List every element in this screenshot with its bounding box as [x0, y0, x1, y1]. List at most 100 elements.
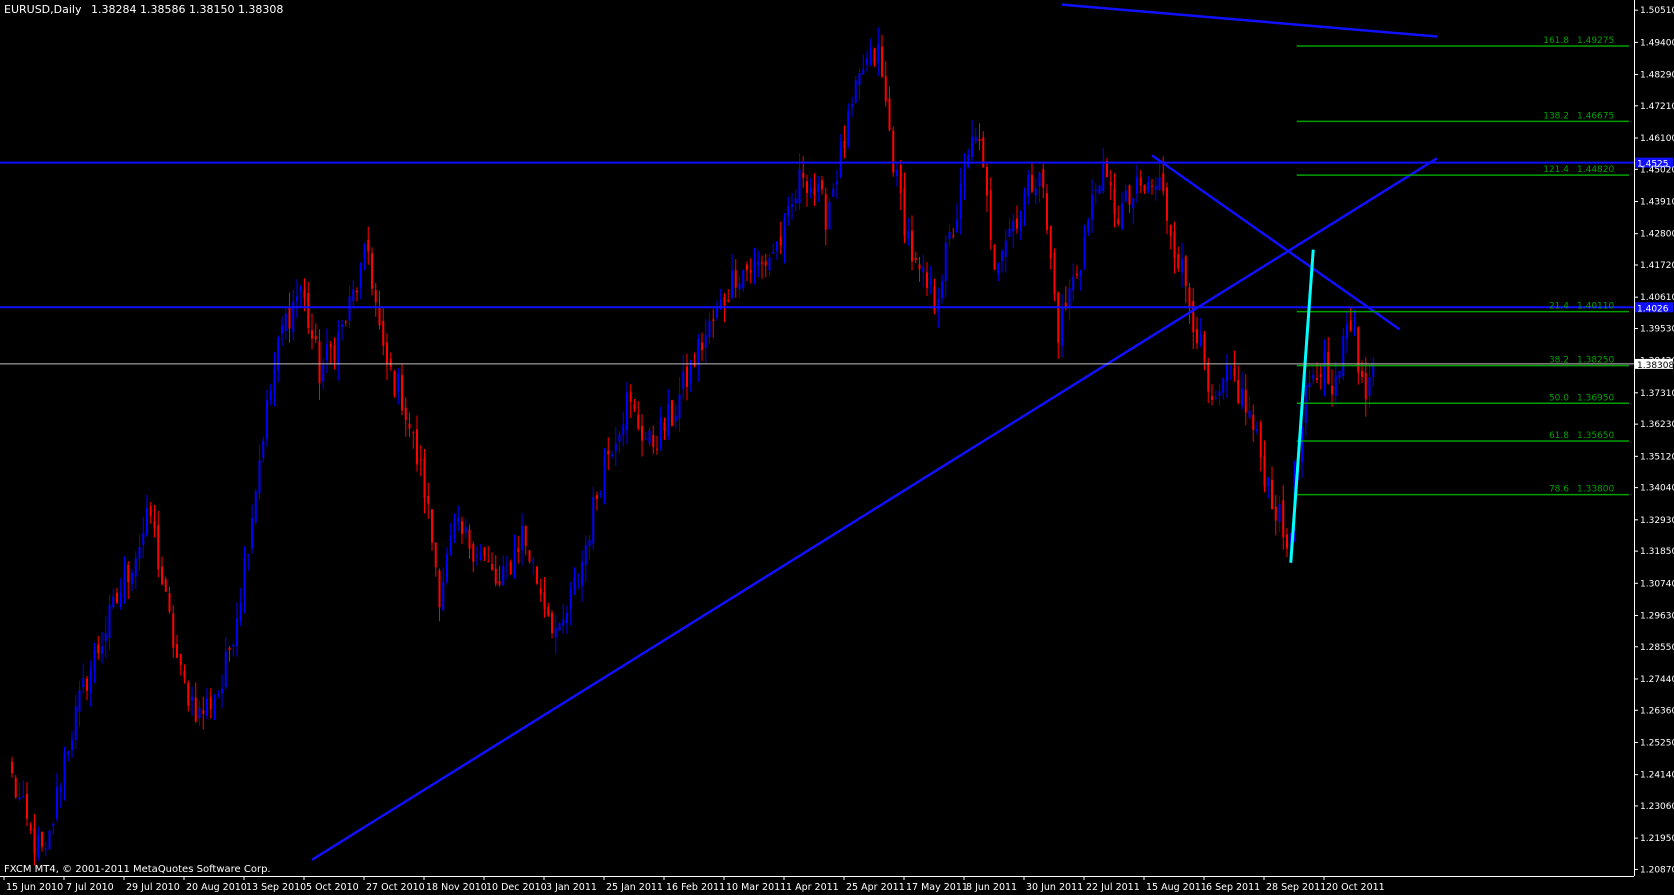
- candle-body: [1139, 177, 1142, 186]
- candle-body: [671, 400, 673, 426]
- candle-body: [903, 188, 906, 236]
- candle-body: [1079, 270, 1082, 276]
- candle-body: [1162, 173, 1165, 192]
- candle-body: [989, 190, 992, 241]
- candle-body: [513, 549, 516, 576]
- candle-body: [1027, 174, 1030, 197]
- candle-body: [127, 564, 130, 583]
- candle-body: [952, 235, 955, 237]
- candle-body: [836, 181, 838, 185]
- candle-body: [1023, 192, 1026, 211]
- candle-body: [326, 344, 328, 361]
- candle-body: [1087, 220, 1090, 233]
- date-tick-label: 10 Dec 2010: [486, 882, 547, 893]
- candle-body: [929, 281, 932, 285]
- candle-body: [427, 495, 430, 504]
- candle-body: [41, 831, 43, 847]
- candle: [1342, 328, 1345, 381]
- candle-body: [179, 653, 182, 666]
- price-tick-label: 1.21950: [1640, 834, 1674, 844]
- candle-body: [213, 699, 216, 715]
- candle-body: [487, 561, 490, 563]
- candle-body: [1154, 185, 1157, 190]
- candle-body: [562, 619, 565, 626]
- candle-body: [63, 752, 66, 784]
- price-tick-label: 1.29630: [1640, 611, 1674, 621]
- candle-body: [866, 58, 868, 65]
- candle-body: [926, 272, 928, 288]
- candle-body: [258, 460, 261, 494]
- candle-body: [14, 778, 17, 798]
- price-tick-label: 1.43910: [1640, 197, 1674, 207]
- candle-body: [449, 535, 452, 556]
- candle-body: [116, 592, 118, 603]
- candle-body: [1226, 364, 1228, 382]
- fib-level-ratio: 121.4: [1543, 165, 1569, 175]
- candle-body: [26, 793, 28, 819]
- fib-level-ratio: 78.6: [1549, 485, 1569, 495]
- candle-body: [457, 517, 460, 523]
- price-tick-label: 1.25250: [1640, 738, 1674, 748]
- candle-body: [333, 345, 336, 361]
- horizontal-line-price-label: 1.4026: [1637, 304, 1669, 314]
- candle-body: [1177, 254, 1180, 269]
- candle: [671, 399, 673, 427]
- candle-body: [1034, 188, 1037, 196]
- candle-body: [794, 198, 797, 204]
- candle-body: [1248, 410, 1251, 418]
- price-tick-label: 1.40610: [1640, 293, 1674, 303]
- candle-body: [727, 300, 730, 302]
- candle-body: [1349, 320, 1352, 331]
- price-tick-label: 1.39530: [1640, 324, 1674, 334]
- candle-body: [633, 404, 636, 410]
- candle-body: [438, 570, 441, 608]
- candle-body: [1031, 175, 1033, 192]
- candle-body: [577, 580, 580, 582]
- candle: [1053, 248, 1056, 302]
- candle-body: [352, 289, 355, 302]
- candle-body: [318, 341, 321, 384]
- candle-body: [708, 320, 711, 337]
- candle-body: [922, 267, 925, 272]
- candle-body: [824, 194, 827, 230]
- candle-body: [1192, 300, 1195, 333]
- candle-body: [1259, 423, 1262, 458]
- candle-body: [749, 269, 752, 273]
- candle-body: [911, 230, 913, 262]
- candle-body: [101, 646, 103, 654]
- candle-body: [686, 366, 688, 387]
- candle-body: [1252, 414, 1255, 430]
- date-tick-label: 3 Jan 2011: [546, 882, 597, 893]
- candle-body: [944, 242, 947, 282]
- candle-body: [1072, 276, 1075, 291]
- candle-body: [1282, 500, 1285, 538]
- candle-body: [412, 431, 415, 433]
- candle-body: [311, 330, 313, 339]
- candle-body: [119, 592, 122, 607]
- candle-body: [239, 603, 242, 622]
- candle-body: [652, 434, 655, 447]
- candle-body: [1038, 172, 1041, 187]
- candle-body: [1147, 182, 1150, 192]
- candle-body: [472, 544, 475, 562]
- candle-body: [1327, 352, 1330, 384]
- candle-body: [37, 834, 40, 858]
- price-tick-label: 1.24140: [1640, 771, 1674, 781]
- candle-body: [1196, 329, 1198, 344]
- candle-body: [663, 422, 666, 431]
- candle-body: [1173, 231, 1176, 259]
- price-tick-label: 1.30740: [1640, 579, 1674, 589]
- candle-body: [1102, 161, 1105, 192]
- date-tick-label: 22 Jul 2011: [1086, 882, 1140, 893]
- candle-body: [1068, 288, 1071, 309]
- candle-body: [1117, 219, 1120, 224]
- candle-body: [536, 566, 538, 584]
- candle-body: [956, 219, 958, 232]
- date-tick-label: 6 Sep 2011: [1206, 882, 1260, 893]
- candle-body: [1113, 188, 1116, 214]
- candle-body: [1019, 211, 1022, 231]
- candle-body: [986, 167, 988, 196]
- price-chart[interactable]: 1.45251.4026 161.8 1.49275138.2 1.46675121…: [0, 0, 1674, 895]
- candle-body: [59, 787, 62, 793]
- candle-body: [194, 697, 197, 722]
